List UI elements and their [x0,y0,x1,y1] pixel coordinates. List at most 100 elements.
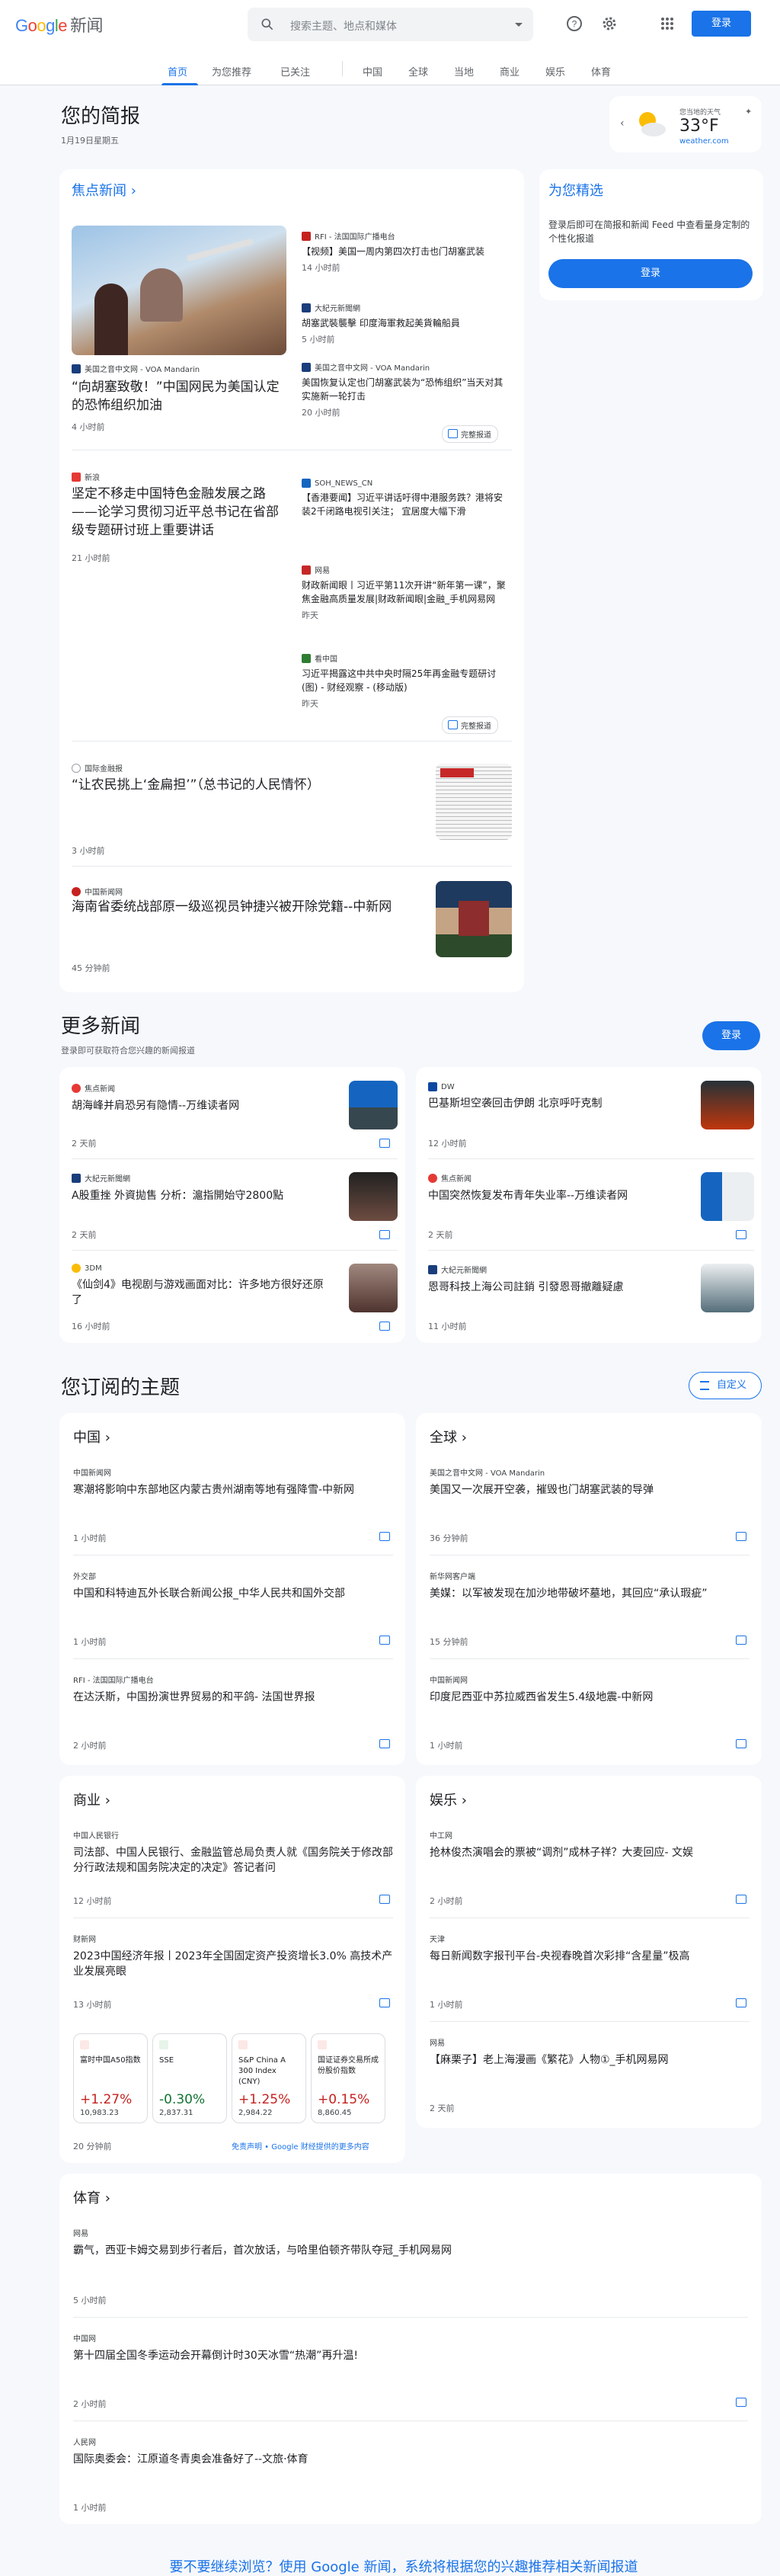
topic-heading[interactable]: 娱乐 › [430,1789,467,1809]
story-headline[interactable]: 财政新闻眼丨习近平第11次开讲“新年第一课”，聚焦金融高质量发展|财政新闻眼|金… [302,578,511,606]
full-coverage-icon[interactable] [379,1230,390,1239]
story-headline[interactable]: 司法部、中国人民银行、金融监管总局负责人就《国务院关于修改部分行政法规和国务院决… [73,1845,393,1876]
news-item: 外交部 中国和科特迪瓦外长联合新闻公报_中华人民共和国外交部 [73,1570,393,1601]
topic-heading[interactable]: 商业 › [73,1789,110,1809]
story-image-newspaper[interactable] [436,764,512,840]
full-coverage-icon[interactable] [379,1998,390,2007]
story-headline[interactable]: 【视频】美国一周内第四次打击也门胡塞武装 [302,245,511,258]
story-headline[interactable]: 美国又一次展开空袭，摧毁也门胡塞武装的导弹 [430,1482,750,1498]
thumbnail[interactable] [701,1264,754,1312]
story-headline[interactable]: 胡塞武裝襲擊 印度海軍救起美貨輪船員 [302,316,511,330]
stock-card[interactable]: SSE -0.30% 2,837.31 [152,2033,227,2123]
stock-card[interactable]: S&P China A 300 Index (CNY) +1.25% 2,984… [232,2033,306,2123]
weather-card[interactable]: ‹ 您当地的天气 33°F weather.com ✦ [609,96,762,152]
full-coverage-icon[interactable] [736,1532,746,1541]
stock-card[interactable]: 富时中国A50指数 +1.27% 10,983.23 [73,2033,148,2123]
arrow-down-icon [159,2040,168,2049]
thumbnail[interactable] [349,1264,398,1312]
for-you-title[interactable]: 为您精选 [548,180,603,200]
more-news-signin-button[interactable]: 登录 [702,1021,760,1050]
story-headline[interactable]: 巴基斯坦空袭回击伊朗 北京呼吁克制 [428,1096,687,1111]
story-headline[interactable]: 中国和科特迪瓦外长联合新闻公报_中华人民共和国外交部 [73,1586,393,1601]
more-news-subtitle: 登录即可获取符合您兴趣的新闻报道 [61,1046,195,1056]
story-image-building[interactable] [436,881,512,957]
tab-entertainment[interactable]: 娱乐 [545,64,565,78]
story-headline[interactable]: 习近平揭露这中共中央时隔25年再金融专题研讨(图) - 财经观察 - (移动版) [302,667,511,694]
topic-heading[interactable]: 全球 › [430,1427,467,1447]
full-coverage-icon[interactable] [379,1532,390,1541]
story-headline[interactable]: 海南省委统战部原一级巡视员钟捷兴被开除党籍--中新网 [72,898,430,916]
story-headline[interactable]: 国际奥委会：江原道冬青奥会准备好了--文旅·体育 [73,2452,743,2467]
tab-world[interactable]: 全球 [408,64,428,78]
story-image-houthi[interactable] [72,226,286,355]
full-coverage-icon[interactable] [379,1139,390,1148]
google-news-logo[interactable]: Google 新闻 [15,12,104,37]
thumbnail[interactable] [349,1081,398,1129]
story-headline[interactable]: 第十四届全国冬季运动会开幕倒计时30天冰雪“热潮”再升温! [73,2348,743,2363]
full-coverage-button[interactable]: 完整报道 [442,716,498,734]
story-headline[interactable]: 坚定不移走中国特色金融发展之路——论学习贯彻习近平总书记在省部级专题研讨班上重要… [72,485,286,540]
tab-business[interactable]: 商业 [500,64,519,78]
story-headline[interactable]: 胡海峰并肩恐另有隐情--万维读者网 [72,1098,331,1113]
story-headline[interactable]: 寒潮将影响中东部地区内蒙古贵州湖南等地有强降雪-中新网 [73,1482,393,1498]
topic-heading[interactable]: 体育 › [73,2187,110,2207]
full-coverage-icon[interactable] [379,1636,390,1645]
signin-button[interactable]: 登录 [692,11,751,37]
thumbnail[interactable] [349,1172,398,1221]
for-you-signin-button[interactable]: 登录 [548,259,753,288]
story-headline[interactable]: 中国突然恢复发布青年失业率--万维读者网 [428,1188,687,1203]
top-stories-heading[interactable]: 焦点新闻 › [72,180,136,200]
customize-button[interactable]: 自定义 [689,1372,762,1399]
help-icon[interactable]: ? [565,14,583,33]
topic-heading[interactable]: 中国 › [73,1427,110,1447]
full-coverage-icon[interactable] [379,1322,390,1331]
story-headline[interactable]: 美媒：以军被发现在加沙地带破坏墓地，其回应“承认瑕疵” [430,1586,719,1601]
disclaimer-link[interactable]: 免责声明 • Google 财经提供的更多内容 [232,2140,369,2151]
full-coverage-icon[interactable] [736,1895,746,1904]
pin-icon[interactable]: ✦ [745,107,752,117]
weather-source[interactable]: weather.com [679,137,729,146]
full-coverage-icon[interactable] [736,1739,746,1748]
thumbnail[interactable] [701,1081,754,1129]
thumbnail[interactable] [701,1172,754,1221]
full-coverage-icon[interactable] [736,1998,746,2007]
story-headline[interactable]: A股重挫 外資拋售 分析：滬指開始守2800點 [72,1188,331,1203]
stock-card[interactable]: 国证证券交易所成份股价指数 +0.15% 8,860.45 [311,2033,385,2123]
tab-sports[interactable]: 体育 [591,64,611,78]
full-coverage-icon[interactable] [736,2398,746,2407]
news-item: 大紀元新聞網 恩哥科技上海公司註銷 引發恩哥撤離疑慮 [428,1264,687,1295]
story-headline[interactable]: 每日新闻数字报刊平台-央视春晚首次彩排“含星量”极高 [430,1949,711,1964]
apps-icon[interactable] [658,14,676,33]
story-headline[interactable]: 2023中国经济年报丨2023年全国固定资产投资增长3.0% 高技术产业发展亮眼 [73,1949,393,1979]
tab-for-you[interactable]: 为您推荐 [212,64,251,78]
story-headline[interactable]: 印度尼西亚中苏拉威西省发生5.4级地震-中新网 [430,1690,750,1705]
svg-text:?: ? [572,19,577,30]
story-headline[interactable]: 霸气，西亚卡姆交易到步行者后，首次放话，与哈里伯顿齐带队夺冠_手机网易网 [73,2243,743,2258]
topic-card-sports: 体育 › 网易 霸气，西亚卡姆交易到步行者后，首次放话，与哈里伯顿齐带队夺冠_手机… [59,2174,762,2524]
story-headline[interactable]: 恩哥科技上海公司註銷 引發恩哥撤離疑慮 [428,1280,687,1295]
tab-china[interactable]: 中国 [363,64,382,78]
story-headline[interactable]: 在达沃斯，中国扮演世界贸易的和平鸽- 法国世界报 [73,1690,347,1705]
full-coverage-icon[interactable] [379,1895,390,1904]
search-box[interactable]: 搜索主题、地点和媒体 [248,8,533,41]
search-dropdown-icon[interactable] [515,23,523,27]
tab-local[interactable]: 当地 [454,64,474,78]
story-headline[interactable]: 【麻栗子】老上海漫画《繁花》人物①_手机网易网 [430,2052,750,2068]
full-coverage-icon[interactable] [736,1636,746,1645]
story-headline[interactable]: 美国恢复认定也门胡塞武装为“恐怖组织”当天对其实施新一轮打击 [302,376,511,403]
tab-following[interactable]: 已关注 [280,64,310,78]
full-coverage-button[interactable]: 完整报道 [442,425,498,443]
footer-prompt[interactable]: 要不要继续浏览？使用 Google 新闻，系统将根据您的兴趣推荐相关新闻报道 [61,2556,746,2576]
story-headline[interactable]: 《仙剑4》电视剧与游戏画面对比：许多地方很好还原了 [72,1277,331,1308]
full-coverage-icon[interactable] [736,1230,746,1239]
tab-home[interactable]: 首页 [168,64,187,78]
story-headline[interactable]: “向胡塞致敬！”中国网民为美国认定的恐怖组织加油 [72,378,285,415]
settings-icon[interactable] [600,14,619,33]
chevron-left-icon[interactable]: ‹ [620,117,625,130]
story-headline[interactable]: 【香港要闻】习近平讲话吁得中港服务跌？港将安装2千闭路电视引关注； 宜居度大幅下… [302,491,511,518]
story-time: 1 小时前 [430,1741,463,1751]
full-coverage-icon[interactable] [379,1739,390,1748]
story-headline[interactable]: 抢林俊杰演唱会的票被“调剂”成林子祥？大麦回应- 文娱 [430,1845,711,1860]
story-headline[interactable]: “让农民挑上‘金扁担’”（总书记的人民情怀） [72,776,437,794]
arrow-up-icon [80,2040,89,2049]
